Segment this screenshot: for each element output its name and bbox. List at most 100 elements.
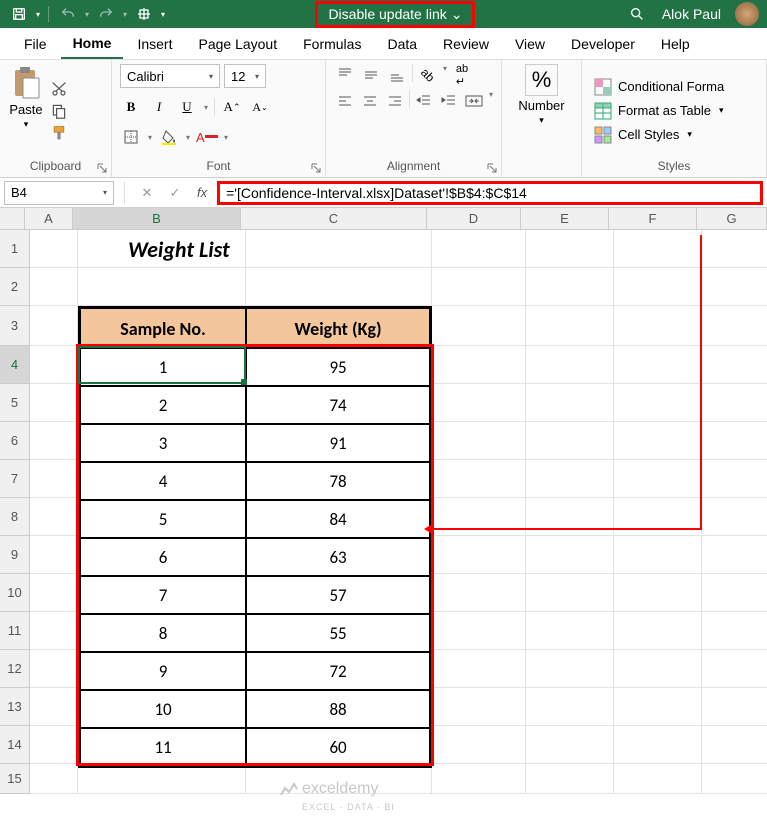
cell[interactable] xyxy=(78,268,246,306)
formula-input[interactable]: ='[Confidence-Interval.xlsx]Dataset'!$B$… xyxy=(217,181,763,205)
cell-sample[interactable]: 4 xyxy=(80,462,246,500)
cell[interactable] xyxy=(526,460,614,498)
row-header-9[interactable]: 9 xyxy=(0,536,30,574)
italic-button[interactable]: I xyxy=(148,96,170,118)
undo-button[interactable] xyxy=(57,3,79,25)
borders-button[interactable] xyxy=(120,126,142,148)
row-header-13[interactable]: 13 xyxy=(0,688,30,726)
cell[interactable] xyxy=(702,306,767,346)
cell[interactable] xyxy=(30,726,78,764)
chevron-down-icon[interactable]: ▾ xyxy=(224,133,228,142)
chevron-down-icon[interactable]: ▾ xyxy=(443,64,447,86)
cell-sample[interactable]: 8 xyxy=(80,614,246,652)
cell-sample[interactable]: 3 xyxy=(80,424,246,462)
cell[interactable] xyxy=(526,306,614,346)
align-center-button[interactable] xyxy=(359,90,380,112)
cell[interactable] xyxy=(614,306,702,346)
underline-button[interactable]: U xyxy=(176,96,198,118)
cell-sample[interactable]: 6 xyxy=(80,538,246,576)
align-right-button[interactable] xyxy=(384,90,405,112)
cell[interactable] xyxy=(30,574,78,612)
cell[interactable] xyxy=(702,536,767,574)
decrease-indent-button[interactable] xyxy=(414,90,435,112)
cell-weight[interactable]: 95 xyxy=(246,348,430,386)
cell-weight[interactable]: 91 xyxy=(246,424,430,462)
cell[interactable] xyxy=(614,650,702,688)
cell[interactable] xyxy=(30,498,78,536)
cell[interactable] xyxy=(432,346,526,384)
tab-data[interactable]: Data xyxy=(375,30,429,58)
cell[interactable] xyxy=(432,650,526,688)
cell[interactable] xyxy=(526,422,614,460)
cell-weight[interactable]: 84 xyxy=(246,500,430,538)
align-top-button[interactable] xyxy=(334,64,356,86)
cell[interactable] xyxy=(432,764,526,794)
increase-indent-button[interactable] xyxy=(439,90,460,112)
format-as-table-button[interactable]: Format as Table▾ xyxy=(590,100,758,122)
cell[interactable] xyxy=(614,230,702,268)
cell[interactable] xyxy=(702,230,767,268)
cell[interactable] xyxy=(526,536,614,574)
increase-font-button[interactable]: A⌃ xyxy=(221,96,243,118)
cell[interactable] xyxy=(702,612,767,650)
cell[interactable] xyxy=(526,688,614,726)
tab-formulas[interactable]: Formulas xyxy=(291,30,373,58)
dialog-launcher-icon[interactable] xyxy=(486,162,498,174)
tab-help[interactable]: Help xyxy=(649,30,702,58)
cell[interactable] xyxy=(702,764,767,794)
row-header-1[interactable]: 1 xyxy=(0,230,30,268)
cell-sample[interactable]: 7 xyxy=(80,576,246,614)
bold-button[interactable]: B xyxy=(120,96,142,118)
cell[interactable] xyxy=(526,612,614,650)
cell-weight[interactable]: 78 xyxy=(246,462,430,500)
cell[interactable] xyxy=(432,726,526,764)
chevron-down-icon[interactable]: ▾ xyxy=(539,115,544,126)
cell[interactable] xyxy=(614,536,702,574)
cell[interactable] xyxy=(30,536,78,574)
cell[interactable] xyxy=(30,422,78,460)
cell[interactable] xyxy=(30,650,78,688)
cell[interactable] xyxy=(30,306,78,346)
dialog-launcher-icon[interactable] xyxy=(310,162,322,174)
cut-button[interactable] xyxy=(48,80,70,98)
row-header-3[interactable]: 3 xyxy=(0,306,30,346)
column-header-B[interactable]: B xyxy=(73,208,241,230)
cell-grid[interactable]: Weight ListSample No.Weight (Kg)19527439… xyxy=(30,230,767,794)
tab-home[interactable]: Home xyxy=(61,29,124,59)
cell[interactable] xyxy=(432,574,526,612)
search-button[interactable] xyxy=(626,3,648,25)
cell[interactable] xyxy=(702,498,767,536)
cell[interactable] xyxy=(702,384,767,422)
row-header-15[interactable]: 15 xyxy=(0,764,30,794)
cell[interactable] xyxy=(526,764,614,794)
tab-file[interactable]: File xyxy=(12,30,59,58)
cell[interactable] xyxy=(614,612,702,650)
chevron-down-icon[interactable]: ▾ xyxy=(123,10,127,19)
cell-sample[interactable]: 1 xyxy=(80,348,246,386)
fx-icon[interactable]: fx xyxy=(197,185,207,200)
cell-weight[interactable]: 60 xyxy=(246,728,430,766)
cell[interactable] xyxy=(614,422,702,460)
conditional-formatting-button[interactable]: Conditional Forma xyxy=(590,76,758,98)
column-header-G[interactable]: G xyxy=(697,208,767,230)
cell-weight[interactable]: 63 xyxy=(246,538,430,576)
copy-button[interactable] xyxy=(48,102,70,120)
column-header-F[interactable]: F xyxy=(609,208,697,230)
cell[interactable] xyxy=(702,460,767,498)
row-header-4[interactable]: 4 xyxy=(0,346,30,384)
cell[interactable] xyxy=(432,384,526,422)
cell-weight[interactable]: 74 xyxy=(246,386,430,424)
cell[interactable] xyxy=(526,384,614,422)
save-button[interactable] xyxy=(8,3,30,25)
fill-color-button[interactable] xyxy=(158,126,180,148)
select-all-corner[interactable] xyxy=(0,208,25,230)
cell[interactable] xyxy=(702,688,767,726)
tab-developer[interactable]: Developer xyxy=(559,30,647,58)
cell-sample[interactable]: 11 xyxy=(80,728,246,766)
percent-icon[interactable]: % xyxy=(525,64,559,96)
cell[interactable] xyxy=(614,764,702,794)
tab-review[interactable]: Review xyxy=(431,30,501,58)
cell[interactable] xyxy=(246,230,432,268)
chevron-down-icon[interactable]: ▾ xyxy=(148,133,152,142)
orientation-button[interactable]: ab xyxy=(417,64,439,86)
